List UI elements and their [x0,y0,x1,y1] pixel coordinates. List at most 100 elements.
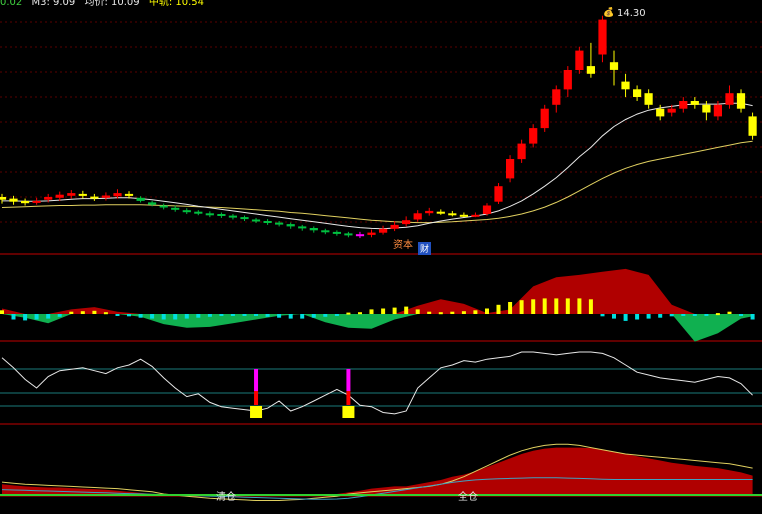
candle [194,210,203,216]
candle-body [690,101,699,105]
signal-block [342,406,355,418]
candle-body [725,93,734,105]
osc-bar [415,309,420,314]
osc-bar [23,314,28,321]
osc-bar [600,314,605,317]
candle-body [55,194,64,198]
candle-body [309,228,318,231]
legend-item: 中轨: 10.54 [148,0,205,8]
position-panel[interactable] [0,443,762,501]
osc-bar [438,312,443,315]
candle [402,216,411,227]
osc-bar [230,314,235,316]
candle-body [344,233,353,236]
candle [448,210,457,217]
candle [459,212,468,218]
candle [679,97,688,113]
candle-body [113,193,122,197]
osc-bar [727,311,732,314]
osc-bar [427,311,432,314]
candle [21,198,30,206]
sell-label: 清仓 [216,492,236,503]
osc-bar [554,298,559,314]
candle [563,66,572,98]
candle-body [0,197,7,200]
osc-bar [739,314,743,316]
oscillator-panel[interactable] [0,268,755,342]
osc-bar [485,308,489,314]
candle [101,192,110,201]
osc-bar [473,310,478,314]
candle [67,190,76,199]
candle-body [552,89,561,105]
candle-body [217,214,226,216]
candle-body [621,81,630,90]
candle-body [101,195,110,198]
candle [332,230,341,236]
candle-body [263,221,272,223]
osc-bar [323,314,328,317]
stock-chart[interactable] [0,0,762,514]
candle-body [228,215,237,218]
candle [90,193,99,201]
mid-band-line [1,140,753,224]
candle-body [44,197,53,200]
candle [540,104,549,132]
candle-body [182,210,191,213]
osc-bar [588,299,593,314]
osc-bar [46,314,51,319]
candle-body [205,213,214,216]
osc-bar [577,298,582,314]
signal-block [250,406,263,418]
osc-negative-area [2,314,753,342]
candle-body [482,205,492,214]
osc-bar [69,311,74,314]
osc-bar [404,306,409,314]
osc-bar [704,314,709,316]
osc-bar [173,314,178,320]
candle-body [240,217,249,220]
candle [413,210,422,222]
candle-body [159,205,168,208]
candle [633,85,642,101]
signal-stem-bottom [346,391,351,405]
candle-body [275,222,284,225]
candle [321,228,330,235]
candle-body [540,108,549,129]
legend-bar: 0.02 M3: 9.09 均价: 10.09 中轨: 10.54 [0,0,210,9]
osc-bar [277,314,282,318]
kdj-line [1,351,753,415]
osc-bar [369,309,374,314]
osc-bar [288,314,293,319]
candle-body [667,108,676,113]
candle-body [425,210,434,214]
kdj-panel[interactable] [1,351,753,418]
osc-bar [623,314,628,321]
osc-bar [254,314,258,316]
price-panel[interactable] [0,15,757,239]
osc-bar [658,314,663,318]
candle [529,124,538,148]
osc-positive-area [2,268,753,314]
candle [217,212,226,218]
legend-item: M3: 9.09 [31,0,76,8]
candle [355,231,365,239]
candle-body [679,101,688,109]
signal-stem-top [254,369,259,391]
candle-body [171,207,180,210]
osc-bar [612,314,616,319]
candle-body [298,226,307,229]
finance-badge: 财 [418,242,432,255]
candle [506,155,515,183]
osc-bar [219,314,224,316]
osc-bar [127,314,131,317]
candle [32,197,41,205]
candle-body [413,213,422,220]
candle-body [609,62,619,70]
osc-bar [138,314,143,318]
osc-bar [311,314,316,318]
candle-body [148,202,157,205]
candle [736,89,746,113]
candle [286,222,295,229]
osc-bar [242,314,247,316]
